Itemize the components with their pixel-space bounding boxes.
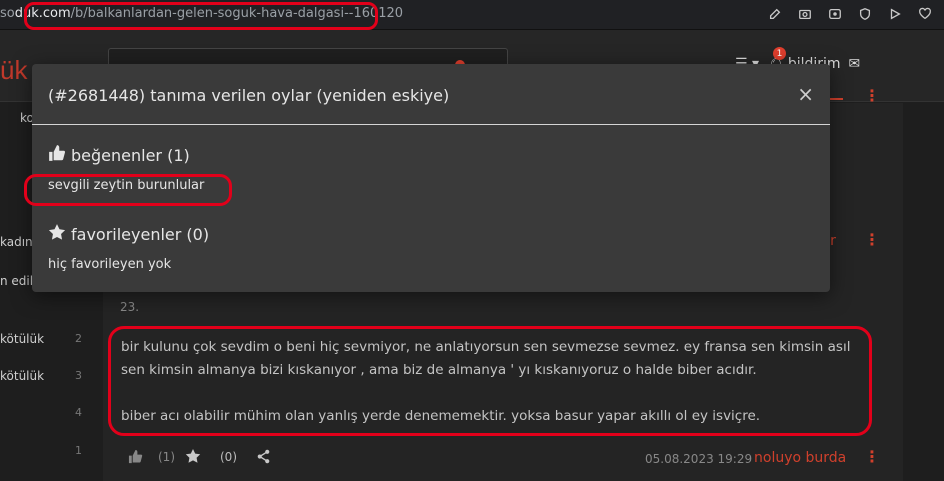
url-prefix: so bbox=[0, 6, 15, 21]
sidebar-item[interactable]: kötülük 2 bbox=[0, 332, 92, 352]
screenshot-icon[interactable] bbox=[826, 5, 844, 23]
url-domain: duk.com bbox=[14, 6, 71, 21]
shield-icon[interactable] bbox=[856, 5, 874, 23]
share-icon[interactable] bbox=[256, 449, 271, 467]
likes-heading-text: beğenenler (1) bbox=[71, 145, 190, 165]
heart-icon[interactable] bbox=[916, 5, 934, 23]
browser-toolbar bbox=[766, 5, 934, 23]
liker-link[interactable]: sevgili zeytin burunlular bbox=[48, 178, 204, 193]
modal-title: (#2681448) tanıma verilen oylar (yeniden… bbox=[48, 86, 450, 105]
favorite-count: (0) bbox=[220, 450, 237, 464]
thumbs-up-icon bbox=[48, 144, 66, 166]
favorites-heading-text: favorileyenler (0) bbox=[71, 224, 210, 244]
favorites-empty-text: hiç favorileyen yok bbox=[48, 257, 172, 272]
browser-address-bar: soduk.com/b/balkanlardan-gelen-soguk-hav… bbox=[0, 0, 944, 30]
camera-icon[interactable] bbox=[796, 5, 814, 23]
mail-icon[interactable]: ✉ bbox=[849, 56, 861, 72]
star-icon bbox=[48, 223, 66, 245]
modal-divider bbox=[32, 124, 830, 125]
more-options-icon[interactable]: ⋮ bbox=[864, 230, 880, 249]
entry-number: 23. bbox=[120, 300, 140, 314]
close-icon[interactable]: × bbox=[797, 82, 814, 106]
url-path: /b/balkanlardan-gelen-soguk-hava-dalgasi… bbox=[70, 6, 404, 21]
sidebar-item[interactable]: 4 bbox=[0, 406, 92, 426]
url-field[interactable]: soduk.com/b/balkanlardan-gelen-soguk-hav… bbox=[0, 6, 403, 21]
notification-badge: 1 bbox=[773, 47, 787, 60]
entry-author[interactable]: noluyo burda bbox=[754, 450, 846, 466]
star-icon[interactable] bbox=[185, 448, 201, 467]
edit-icon[interactable] bbox=[766, 5, 784, 23]
more-options-icon[interactable]: ⋮ bbox=[864, 86, 880, 105]
sidebar-item[interactable]: kötülük 3 bbox=[0, 369, 92, 389]
site-logo[interactable]: ük bbox=[0, 55, 27, 86]
likes-heading: beğenenler (1) bbox=[48, 144, 190, 166]
play-icon[interactable] bbox=[886, 5, 904, 23]
thumbs-up-icon[interactable] bbox=[128, 449, 143, 467]
like-count: (1) bbox=[158, 450, 175, 464]
favorites-heading: favorileyenler (0) bbox=[48, 223, 209, 245]
entry-date[interactable]: 05.08.2023 19:29 bbox=[645, 452, 752, 466]
entry-paragraph: bir kulunu çok sevdim o beni hiç sevmiyo… bbox=[121, 339, 851, 378]
entry-content: bir kulunu çok sevdim o beni hiç sevmiyo… bbox=[121, 336, 861, 451]
sidebar-item[interactable]: 1 bbox=[0, 444, 92, 464]
votes-modal: (#2681448) tanıma verilen oylar (yeniden… bbox=[32, 64, 830, 292]
more-options-icon[interactable]: ⋮ bbox=[864, 447, 880, 466]
entry-paragraph: biber acı olabilir mühim olan yanlış yer… bbox=[121, 408, 761, 424]
